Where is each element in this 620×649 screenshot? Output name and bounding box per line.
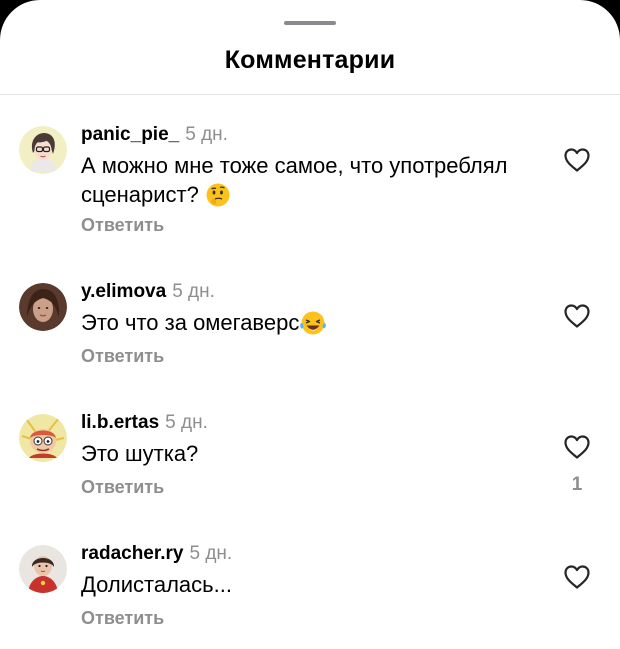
comment-time: 5 дн. (172, 281, 215, 302)
like-button[interactable] (563, 564, 591, 590)
comment-text: А можно мне тоже самое, что употреблял с… (81, 151, 541, 209)
comment-text: Это шутка? (81, 439, 541, 468)
laughing-tears-emoji (300, 311, 327, 335)
comment-text-content: Долисталась... (81, 572, 232, 597)
comment-text: Долисталась... (81, 570, 541, 599)
comment-text-content: Это что за омегаверс (81, 310, 300, 335)
comment-time: 5 дн. (189, 543, 233, 564)
thinking-face-emoji (206, 183, 230, 207)
comment-meta: panic_pie_ 5 дн. (81, 124, 228, 146)
comment-text: Это что за омегаверс (81, 308, 541, 337)
heart-outline-icon (564, 304, 590, 328)
comments-sheet: Комментарии panic_pie_ 5 дн. А можно мне … (0, 0, 620, 649)
comment-username[interactable]: panic_pie_ (81, 124, 179, 145)
avatar-photo-icon (19, 283, 67, 331)
avatar[interactable] (19, 414, 67, 462)
comment-meta: radacher.ry 5 дн. (81, 543, 232, 565)
like-button[interactable] (563, 147, 591, 173)
avatar-cartoon-character-icon (19, 414, 67, 462)
comment-username[interactable]: radacher.ry (81, 543, 183, 564)
like-count[interactable]: 1 (563, 474, 591, 496)
heart-outline-icon (564, 148, 590, 172)
avatar-cartoon-girl-icon (19, 126, 67, 174)
header-divider (0, 94, 620, 95)
comment-text-content: А можно мне тоже самое, что употреблял с… (81, 153, 508, 207)
comment-meta: li.b.ertas 5 дн. (81, 412, 208, 434)
comment-time: 5 дн. (185, 124, 228, 145)
reply-button[interactable]: Ответить (81, 607, 164, 629)
reply-button[interactable]: Ответить (81, 214, 164, 236)
comment-meta: y.elimova 5 дн. (81, 281, 215, 303)
sheet-title: Комментарии (224, 46, 396, 74)
comment-username[interactable]: y.elimova (81, 281, 166, 302)
reply-button[interactable]: Ответить (81, 476, 164, 498)
reply-button[interactable]: Ответить (81, 345, 164, 367)
comment-text-content: Это шутка? (81, 441, 199, 466)
heart-outline-icon (564, 435, 590, 459)
avatar[interactable] (19, 283, 67, 331)
avatar-photo-icon (19, 545, 67, 593)
avatar[interactable] (19, 545, 67, 593)
comment-time: 5 дн. (165, 412, 208, 433)
like-button[interactable] (563, 303, 591, 329)
sheet-grabber-handle[interactable] (284, 21, 336, 25)
heart-outline-icon (564, 565, 590, 589)
like-button[interactable] (563, 434, 591, 460)
avatar[interactable] (19, 126, 67, 174)
comment-username[interactable]: li.b.ertas (81, 412, 159, 433)
